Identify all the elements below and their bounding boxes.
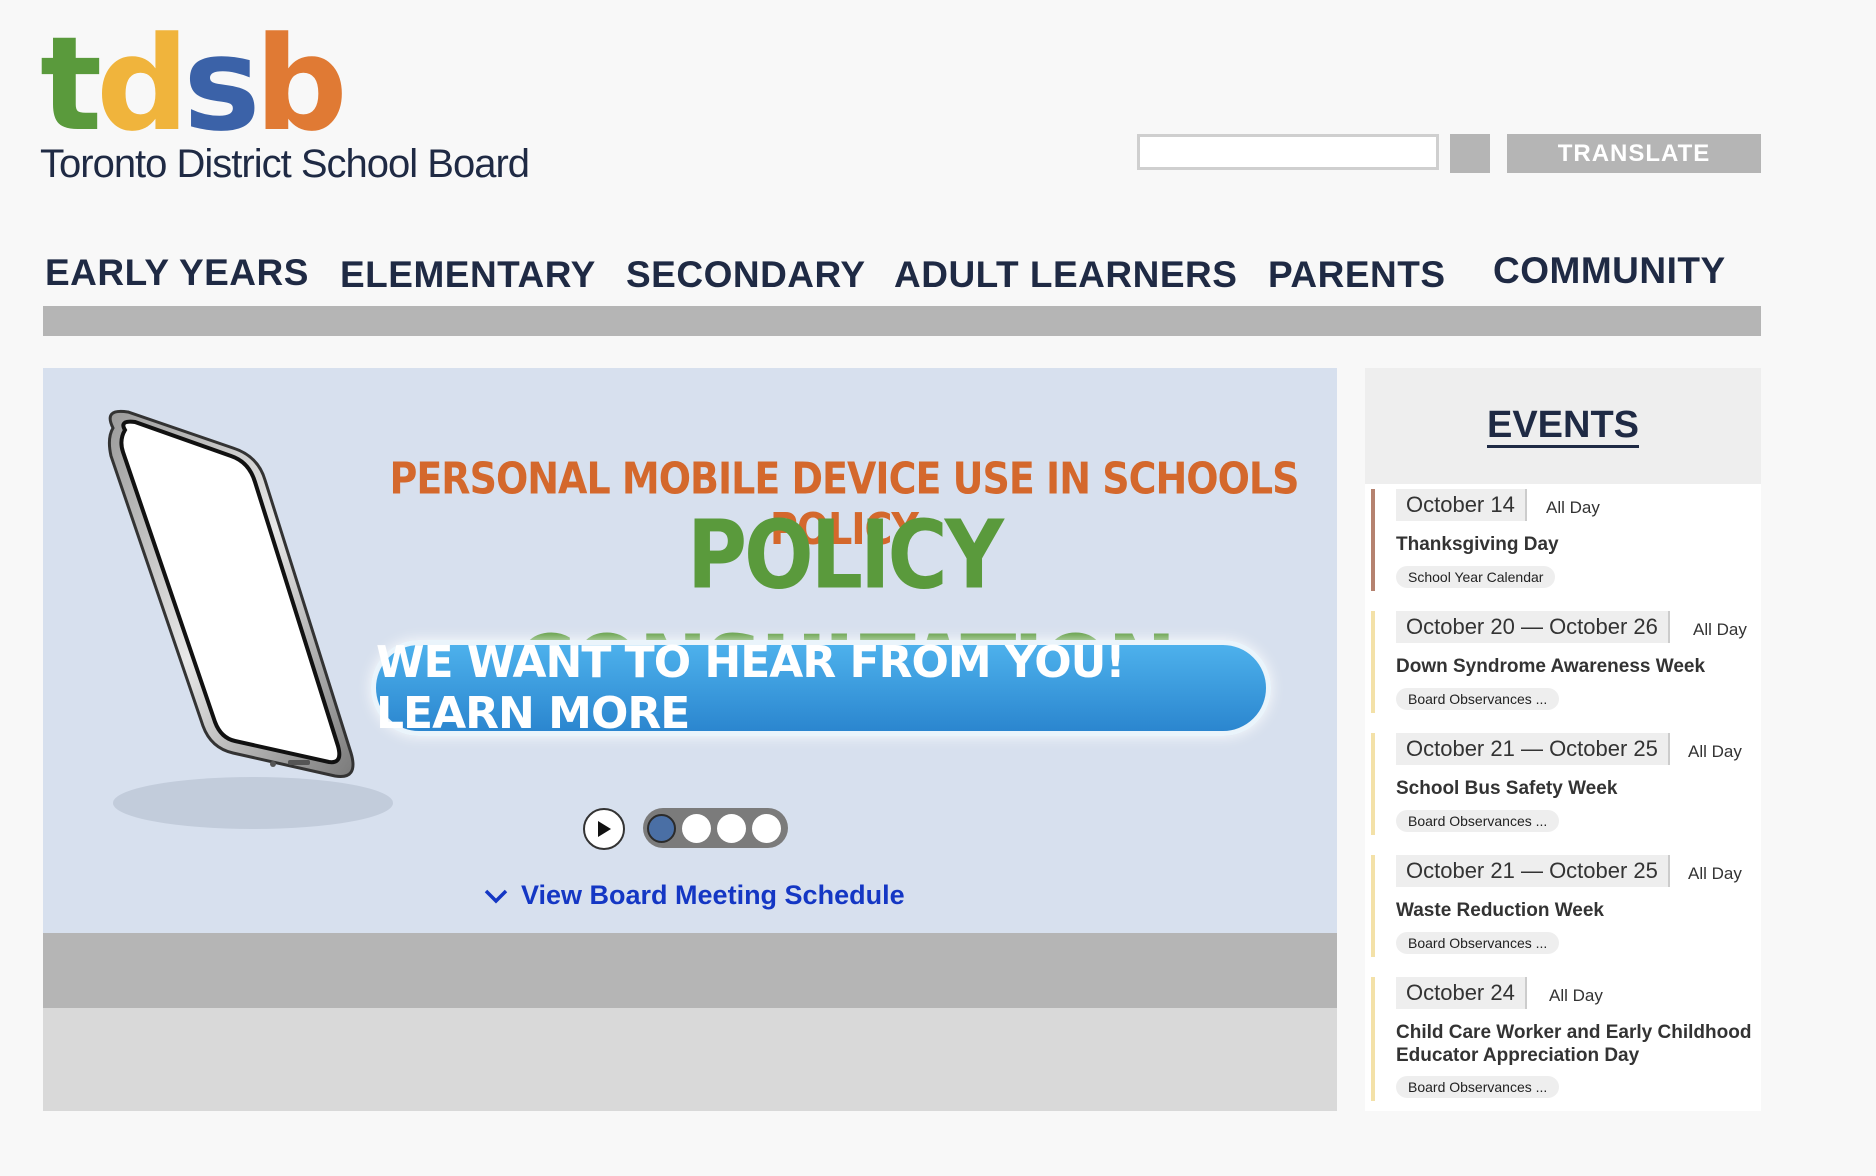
- carousel-dot[interactable]: [647, 813, 676, 843]
- nav-parents[interactable]: PARENTS: [1268, 254, 1446, 296]
- event-name[interactable]: Waste Reduction Week: [1396, 899, 1756, 922]
- event-name[interactable]: Child Care Worker and Early Childhood Ed…: [1396, 1021, 1756, 1067]
- event-name[interactable]: School Bus Safety Week: [1396, 777, 1756, 800]
- event-category-tag[interactable]: School Year Calendar: [1396, 566, 1556, 588]
- event-accent-bar: [1371, 977, 1375, 1101]
- hero-placeholder-bar: [43, 933, 1337, 1008]
- events-title[interactable]: EVENTS: [1486, 405, 1640, 448]
- nav-early-years[interactable]: EARLY YEARS: [45, 252, 309, 294]
- play-icon: [598, 821, 611, 837]
- carousel-play-button[interactable]: [583, 808, 625, 850]
- carousel-pagination: [643, 808, 788, 848]
- phone-illustration: [107, 409, 393, 829]
- logo-mark: tdsb: [40, 8, 529, 160]
- logo-letter-b: b: [254, 8, 348, 160]
- events-panel: EVENTS October 14 All Day Thanksgiving D…: [1365, 368, 1761, 1111]
- event-accent-bar: [1371, 611, 1375, 713]
- carousel-dot[interactable]: [682, 813, 711, 843]
- nav-adult-learners[interactable]: ADULT LEARNERS: [894, 254, 1237, 296]
- hero-carousel[interactable]: PERSONAL MOBILE DEVICE USE IN SCHOOLS PO…: [43, 368, 1337, 933]
- event-accent-bar: [1371, 489, 1375, 591]
- nav-elementary[interactable]: ELEMENTARY: [340, 254, 596, 296]
- event-date: October 14: [1396, 489, 1527, 521]
- event-item[interactable]: October 21 — October 25 All Day Waste Re…: [1371, 855, 1757, 957]
- event-category-tag[interactable]: Board Observances ...: [1396, 688, 1560, 710]
- event-time: All Day: [1688, 742, 1742, 761]
- tdsb-logo[interactable]: tdsb Toronto District School Board: [40, 8, 530, 187]
- translate-button[interactable]: TRANSLATE: [1507, 134, 1761, 173]
- event-time: All Day: [1546, 498, 1600, 517]
- event-category-tag[interactable]: Board Observances ...: [1396, 810, 1560, 832]
- event-item[interactable]: October 24 All Day Child Care Worker and…: [1371, 977, 1757, 1101]
- event-item[interactable]: October 14 All Day Thanksgiving Day Scho…: [1371, 489, 1757, 591]
- event-accent-bar: [1371, 855, 1375, 957]
- carousel-dot[interactable]: [752, 813, 781, 843]
- event-item[interactable]: October 21 — October 25 All Day School B…: [1371, 733, 1757, 835]
- nav-secondary[interactable]: SECONDARY: [626, 254, 866, 296]
- logo-letter-d: d: [96, 8, 189, 160]
- hero-placeholder-area: [43, 1008, 1337, 1111]
- event-name[interactable]: Thanksgiving Day: [1396, 533, 1756, 556]
- event-time: All Day: [1693, 620, 1747, 639]
- events-header: EVENTS: [1365, 368, 1761, 484]
- logo-letter-t: t: [40, 8, 102, 160]
- view-board-meeting-label: View Board Meeting Schedule: [521, 880, 905, 910]
- learn-more-button[interactable]: WE WANT TO HEAR FROM YOU! LEARN MORE: [371, 637, 1271, 739]
- event-date: October 21 — October 25: [1396, 855, 1670, 887]
- event-category-tag[interactable]: Board Observances ...: [1396, 1076, 1560, 1098]
- event-date: October 24: [1396, 977, 1527, 1009]
- chevron-down-icon: [484, 889, 508, 903]
- event-date: October 20 — October 26: [1396, 611, 1670, 643]
- nav-divider-bar: [43, 306, 1761, 336]
- event-category-tag[interactable]: Board Observances ...: [1396, 932, 1560, 954]
- event-time: All Day: [1549, 986, 1603, 1005]
- logo-org-name: Toronto District School Board: [40, 142, 530, 186]
- search-button[interactable]: [1450, 134, 1490, 173]
- event-accent-bar: [1371, 733, 1375, 835]
- event-time: All Day: [1688, 864, 1742, 883]
- nav-community[interactable]: COMMUNITY: [1493, 250, 1726, 292]
- event-date: October 21 — October 25: [1396, 733, 1670, 765]
- view-board-meeting-link[interactable]: View Board Meeting Schedule: [483, 880, 905, 911]
- event-name[interactable]: Down Syndrome Awareness Week: [1396, 655, 1756, 678]
- logo-letter-s: s: [183, 8, 260, 160]
- search-input[interactable]: [1137, 134, 1439, 170]
- carousel-dot[interactable]: [717, 813, 746, 843]
- event-item[interactable]: October 20 — October 26 All Day Down Syn…: [1371, 611, 1757, 713]
